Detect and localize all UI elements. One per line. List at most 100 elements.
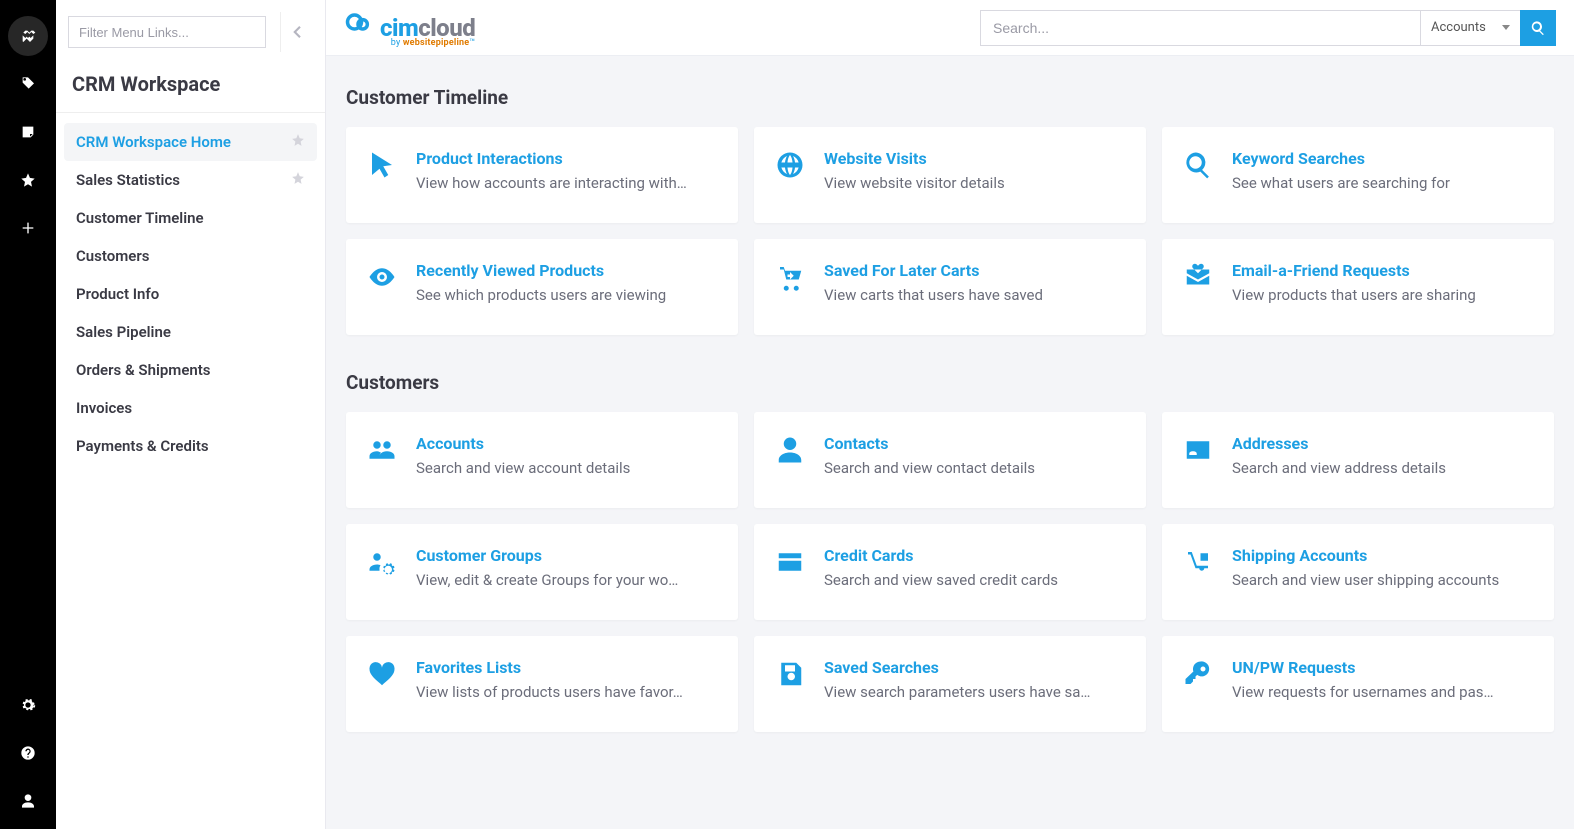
card-title: Favorites Lists (416, 658, 718, 677)
card-description: View how accounts are interacting with… (416, 174, 718, 192)
card-title: Recently Viewed Products (416, 261, 718, 280)
filter-menu-input[interactable] (68, 16, 266, 48)
card-description: View, edit & create Groups for your wo… (416, 571, 718, 589)
note-icon (20, 124, 36, 140)
credit-card-icon (774, 546, 806, 578)
plus-icon (20, 220, 36, 236)
gear-icon (20, 697, 36, 713)
sidebar-back-button[interactable] (280, 12, 313, 52)
search-group: Accounts (980, 10, 1556, 46)
save-icon (774, 658, 806, 690)
card-accounts[interactable]: AccountsSearch and view account details (346, 412, 738, 508)
logo-subtitle: by websitepipeline™ (380, 38, 475, 48)
sidebar-item-sales-statistics[interactable]: Sales Statistics (64, 161, 317, 199)
card-description: View products that users are sharing (1232, 286, 1534, 304)
rail-help[interactable] (8, 733, 48, 773)
card-description: View carts that users have saved (824, 286, 1126, 304)
users-icon (366, 434, 398, 466)
sidebar-item-payments-credits[interactable]: Payments & Credits (64, 427, 317, 465)
favorite-star-icon[interactable] (291, 171, 305, 189)
sidebar-item-sales-pipeline[interactable]: Sales Pipeline (64, 313, 317, 351)
card-customer-groups[interactable]: Customer GroupsView, edit & create Group… (346, 524, 738, 620)
card-title: Website Visits (824, 149, 1126, 168)
card-shipping-accounts[interactable]: Shipping AccountsSearch and view user sh… (1162, 524, 1554, 620)
eye-icon (366, 261, 398, 293)
logo-mark-icon (344, 8, 372, 36)
card-title: Keyword Searches (1232, 149, 1534, 168)
mail-heart-icon (1182, 261, 1214, 293)
card-grid: AccountsSearch and view account detailsC… (346, 412, 1554, 732)
sidebar-item-label: Customers (76, 247, 149, 265)
sidebar-item-crm-workspace-home[interactable]: CRM Workspace Home (64, 123, 317, 161)
card-saved-for-later-carts[interactable]: Saved For Later Carts View carts that use… (754, 239, 1146, 335)
user-icon (20, 793, 36, 809)
sidebar-item-customer-timeline[interactable]: Customer Timeline (64, 199, 317, 237)
globe-icon (774, 149, 806, 181)
card-description: View lists of products users have favor… (416, 683, 718, 701)
search-input[interactable] (980, 10, 1420, 46)
card-title: Saved Searches (824, 658, 1126, 677)
sidebar-item-label: Product Info (76, 285, 159, 303)
user-solid-icon (774, 434, 806, 466)
card-contacts[interactable]: Contacts Search and view contact details (754, 412, 1146, 508)
card-saved-searches[interactable]: Saved Searches View search parameters use… (754, 636, 1146, 732)
card-product-interactions[interactable]: Product InteractionsView how accounts ar… (346, 127, 738, 223)
card-description: Search and view address details (1232, 459, 1534, 477)
card-title: Contacts (824, 434, 1126, 453)
rail-star[interactable] (8, 160, 48, 200)
search-scope-label: Accounts (1431, 20, 1486, 35)
card-grid: Product InteractionsView how accounts ar… (346, 127, 1554, 335)
card-description: See what users are searching for (1232, 174, 1534, 192)
rail-gear[interactable] (8, 685, 48, 725)
arrow-left-icon (288, 23, 306, 41)
card-credit-cards[interactable]: Credit Cards Search and view saved credit… (754, 524, 1146, 620)
users-cog-icon (366, 546, 398, 578)
sidebar-item-product-info[interactable]: Product Info (64, 275, 317, 313)
main: cimcloud by websitepipeline™ Accounts Cu… (326, 0, 1574, 829)
card-favorites-lists[interactable]: Favorites Lists View lists of products us… (346, 636, 738, 732)
section-title: Customer Timeline (346, 86, 1554, 109)
sidebar: CRM Workspace CRM Workspace HomeSales St… (56, 0, 326, 829)
card-title: Accounts (416, 434, 718, 453)
sidebar-item-label: Payments & Credits (76, 437, 209, 455)
star-icon (20, 172, 36, 188)
topbar: cimcloud by websitepipeline™ Accounts (326, 0, 1574, 56)
rail-handshake[interactable] (8, 16, 48, 56)
card-addresses[interactable]: Addresses Search and view address details (1162, 412, 1554, 508)
card-title: Saved For Later Carts (824, 261, 1126, 280)
card-recently-viewed-products[interactable]: Recently Viewed Products See which produc… (346, 239, 738, 335)
rail-plus[interactable] (8, 208, 48, 248)
card-description: Search and view contact details (824, 459, 1126, 477)
dolly-icon (1182, 546, 1214, 578)
sidebar-item-customers[interactable]: Customers (64, 237, 317, 275)
sidebar-item-label: Orders & Shipments (76, 361, 211, 379)
card-un-pw-requests[interactable]: UN/PW RequestsView requests for username… (1162, 636, 1554, 732)
key-icon (1182, 658, 1214, 690)
card-title: Shipping Accounts (1232, 546, 1534, 565)
card-description: See which products users are viewing (416, 286, 718, 304)
card-email-a-friend-requests[interactable]: Email-a-Friend Requests View products tha… (1162, 239, 1554, 335)
search-button[interactable] (1520, 10, 1556, 46)
cursor-icon (366, 149, 398, 181)
logo[interactable]: cimcloud by websitepipeline™ (344, 8, 475, 48)
card-title: Credit Cards (824, 546, 1126, 565)
card-website-visits[interactable]: Website VisitsView website visitor detai… (754, 127, 1146, 223)
rail-note[interactable] (8, 112, 48, 152)
card-description: Search and view saved credit cards (824, 571, 1126, 589)
card-title: Email-a-Friend Requests (1232, 261, 1534, 280)
sidebar-title: CRM Workspace (56, 64, 325, 113)
search-icon (1530, 20, 1546, 36)
handshake-icon (20, 28, 36, 44)
sidebar-item-orders-shipments[interactable]: Orders & Shipments (64, 351, 317, 389)
rail-tag[interactable] (8, 64, 48, 104)
card-keyword-searches[interactable]: Keyword Searches See what users are searc… (1162, 127, 1554, 223)
rail-user[interactable] (8, 781, 48, 821)
cart-down-icon (774, 261, 806, 293)
search-scope-select[interactable]: Accounts (1420, 10, 1520, 46)
card-description: View search parameters users have sa… (824, 683, 1126, 701)
sidebar-item-invoices[interactable]: Invoices (64, 389, 317, 427)
favorite-star-icon[interactable] (291, 133, 305, 151)
search-icon (1182, 149, 1214, 181)
tag-icon (20, 76, 36, 92)
card-title: Addresses (1232, 434, 1534, 453)
